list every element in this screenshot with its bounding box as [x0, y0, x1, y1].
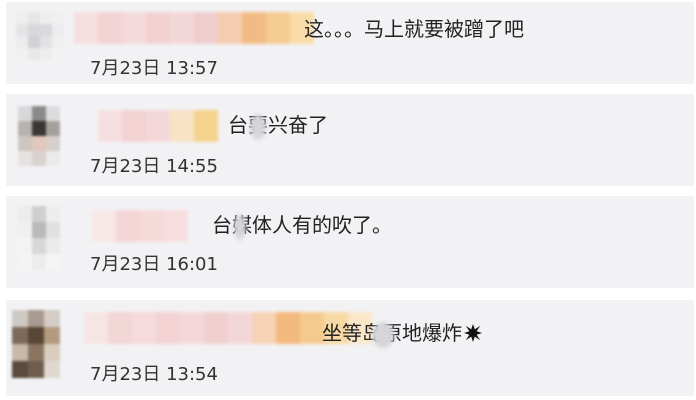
- redaction-blur: [234, 214, 246, 240]
- comment-card: 台媒体人有的吹了。 7月23日 16:01: [6, 196, 694, 288]
- redaction-blur: [372, 322, 394, 348]
- avatar[interactable]: [12, 310, 60, 378]
- redaction-blur: [250, 114, 266, 140]
- avatar[interactable]: [16, 12, 64, 72]
- username-blurred[interactable]: [98, 110, 218, 142]
- comment-card: 坐等岛原地爆炸 7月23日 13:54: [6, 300, 694, 396]
- username-blurred[interactable]: [92, 210, 188, 242]
- comment-timestamp: 7月23日 16:01: [90, 254, 218, 275]
- avatar[interactable]: [18, 106, 60, 166]
- explosion-icon: [464, 324, 482, 342]
- comment-text: 这。。。马上就要被蹭了吧: [304, 17, 524, 41]
- comment-timestamp: 7月23日 13:54: [90, 364, 218, 385]
- comment-card: 台要兴奋了 7月23日 14:55: [6, 94, 694, 186]
- username-blurred[interactable]: [74, 12, 314, 44]
- comment-text: 坐等岛原地爆炸: [322, 320, 482, 346]
- avatar[interactable]: [18, 206, 60, 270]
- comment-card: 这。。。马上就要被蹭了吧 7月23日 13:57: [6, 2, 694, 84]
- comment-timestamp: 7月23日 14:55: [90, 156, 218, 177]
- comment-text: 台要兴奋了: [228, 113, 328, 137]
- comment-timestamp: 7月23日 13:57: [90, 58, 218, 79]
